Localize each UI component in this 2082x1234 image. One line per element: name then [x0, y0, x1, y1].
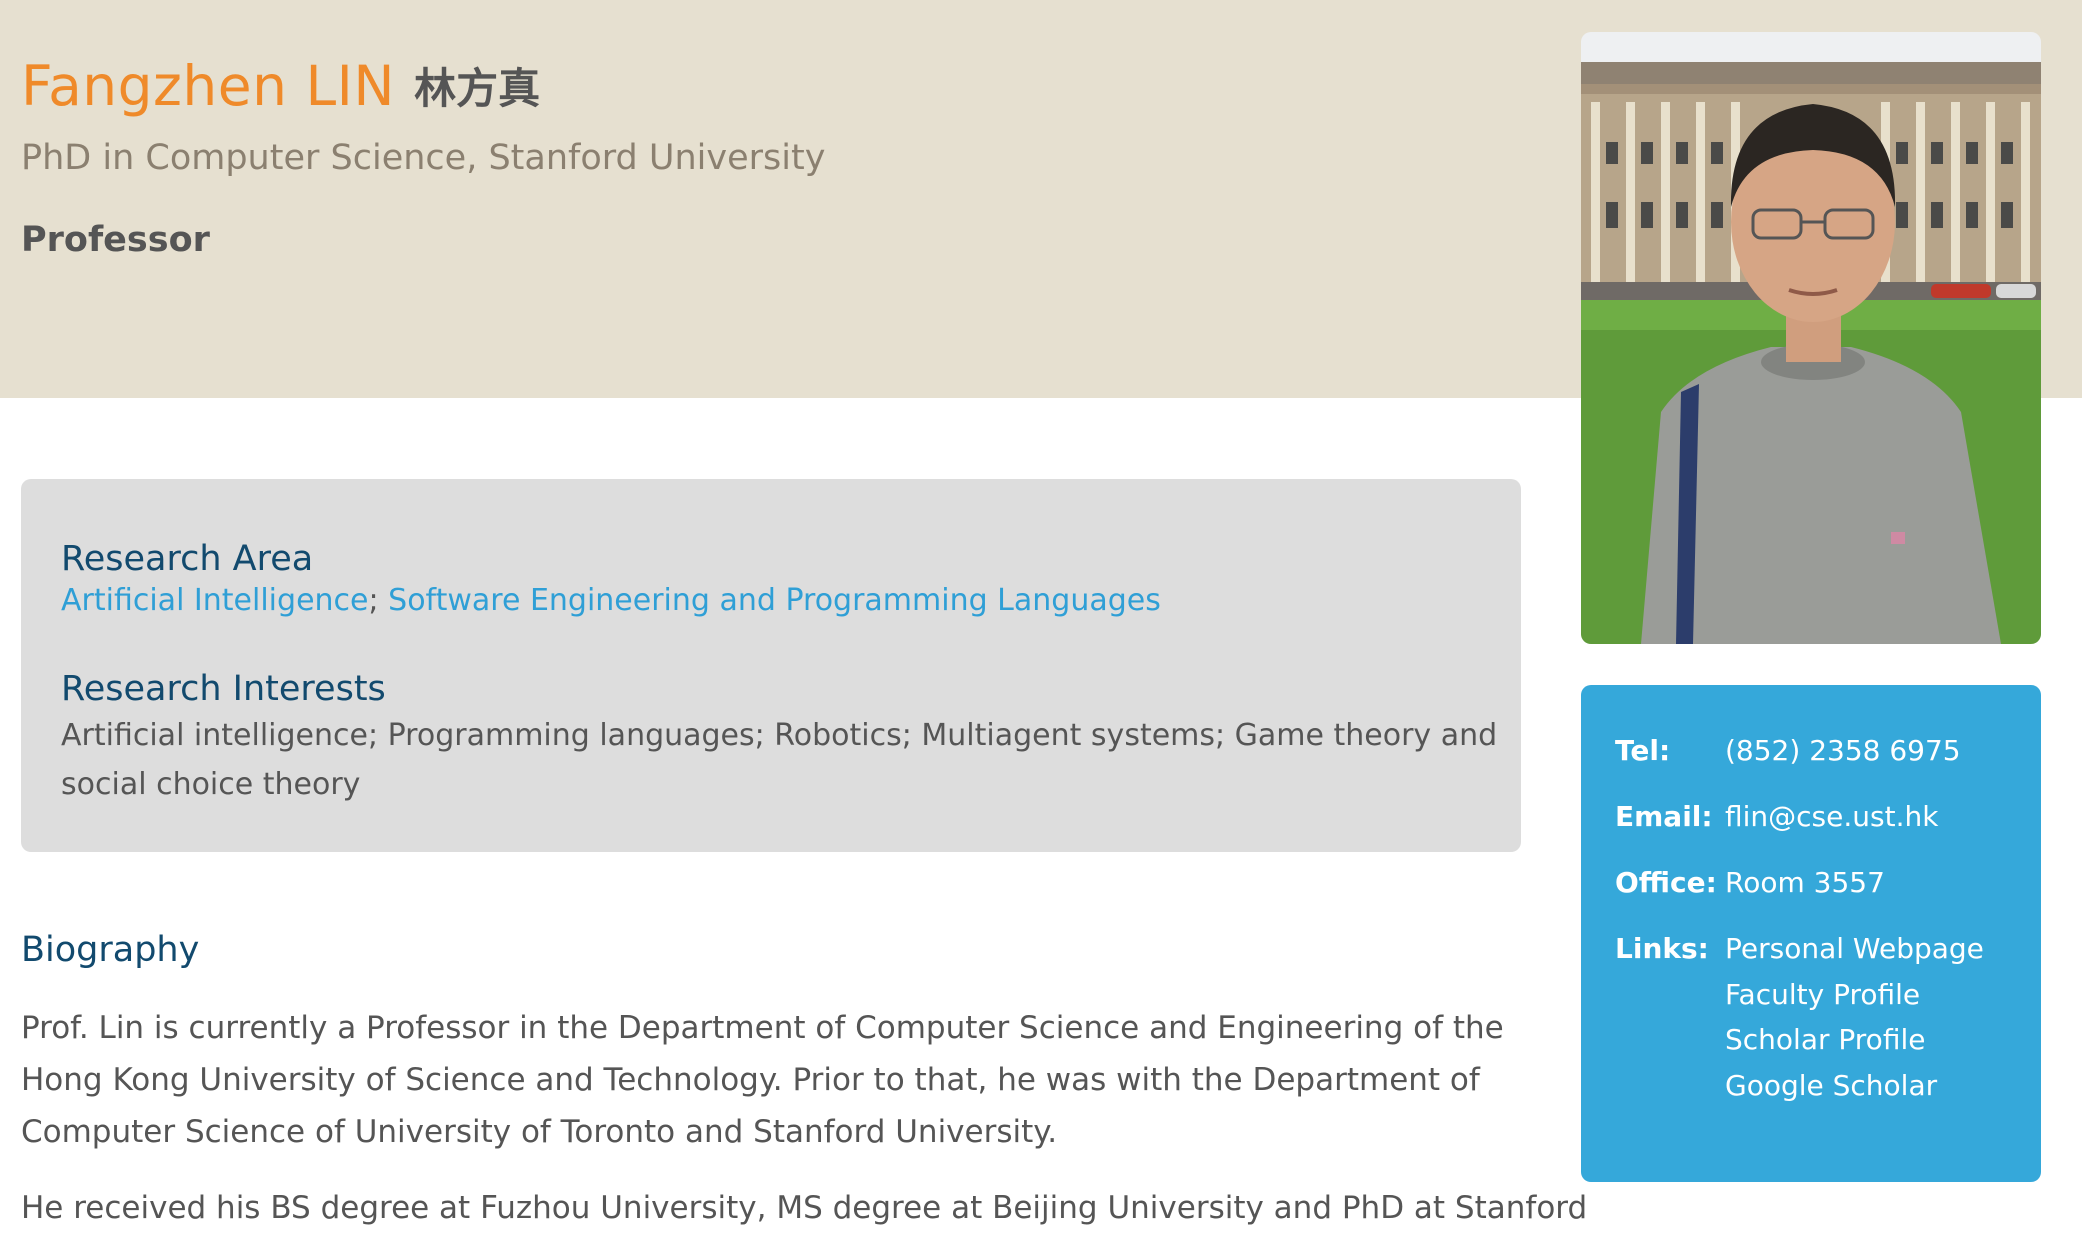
email-link[interactable]: flin@cse.ust.hk	[1725, 800, 1938, 833]
tel-value: (852) 2358 6975	[1725, 734, 1961, 767]
link-personal-webpage[interactable]: Personal Webpage	[1725, 932, 1984, 965]
link-scholar-profile[interactable]: Scholar Profile	[1725, 1023, 1925, 1056]
area-separator: ;	[368, 583, 379, 618]
biography-paragraph: Prof. Lin is currently a Professor in th…	[21, 1010, 1504, 1150]
degree-text: PhD in Computer Science, Stanford Univer…	[21, 138, 826, 178]
biography-heading: Biography	[21, 930, 200, 970]
office-value: Room 3557	[1725, 866, 1885, 899]
research-panel: Research Area Artificial Intelligence; S…	[21, 479, 1521, 852]
research-area-heading: Research Area	[61, 539, 314, 579]
name-chinese: 林方真	[414, 64, 541, 113]
links-label: Links:	[1615, 932, 1709, 965]
profile-name: Fangzhen LIN 林方真	[21, 54, 540, 118]
office-label: Office:	[1615, 866, 1717, 899]
link-faculty-profile[interactable]: Faculty Profile	[1725, 978, 1920, 1011]
research-area-link-se[interactable]: Software Engineering and Programming Lan…	[388, 583, 1161, 618]
research-interests-text: Artificial intelligence; Programming lan…	[61, 718, 1498, 802]
tel-label: Tel:	[1615, 734, 1671, 767]
link-google-scholar[interactable]: Google Scholar	[1725, 1069, 1937, 1102]
position-title: Professor	[21, 220, 210, 260]
research-area-link-ai[interactable]: Artificial Intelligence	[61, 583, 369, 618]
name-english: Fangzhen LIN	[21, 54, 395, 118]
email-label: Email:	[1615, 800, 1713, 833]
portrait-photo	[1581, 32, 2041, 644]
research-area-list: Artificial Intelligence; Software Engine…	[61, 583, 1161, 618]
contact-card: Tel: (852) 2358 6975 Email: flin@cse.ust…	[1581, 685, 2041, 1182]
research-interests-heading: Research Interests	[61, 669, 386, 709]
biography-paragraph: He received his BS degree at Fuzhou Univ…	[21, 1190, 1588, 1226]
